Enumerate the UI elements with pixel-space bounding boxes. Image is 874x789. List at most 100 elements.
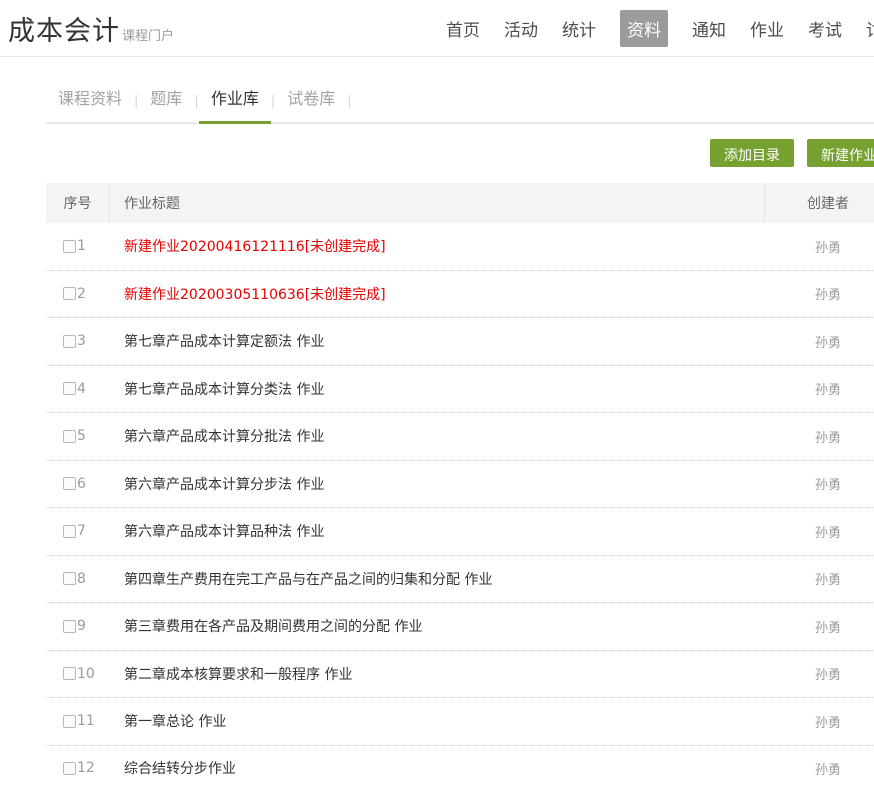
table-header: 序号 作业标题 创建者 <box>46 183 874 223</box>
row-creator: 孙勇 <box>765 522 874 541</box>
row-checkbox[interactable] <box>63 335 76 348</box>
row-checkbox[interactable] <box>63 620 76 633</box>
row-index-cell: 7 <box>46 523 110 539</box>
row-checkbox[interactable] <box>63 287 76 300</box>
row-checkbox[interactable] <box>63 240 76 253</box>
row-number: 4 <box>77 381 86 397</box>
table-row: 12 综合结转分步作业 孙勇 <box>46 746 874 789</box>
assignment-title-link[interactable]: 第四章生产费用在完工产品与在产品之间的归集和分配 作业 <box>124 572 492 588</box>
row-number: 12 <box>77 760 95 776</box>
row-number: 1 <box>77 238 86 254</box>
course-title: 成本会计 <box>8 9 120 48</box>
row-creator: 孙勇 <box>765 474 874 493</box>
row-creator: 孙勇 <box>765 759 874 778</box>
row-index-cell: 6 <box>46 476 110 492</box>
tab-paper-bank[interactable]: 试卷库 <box>275 75 347 122</box>
table-row: 1 新建作业20200416121116[未创建完成] 孙勇 <box>46 223 874 271</box>
row-title-cell: 第六章产品成本计算分步法 作业 <box>110 474 765 494</box>
row-index-cell: 2 <box>46 286 110 302</box>
assignment-title-link[interactable]: 新建作业20200305110636[未创建完成] <box>124 287 386 303</box>
material-tabs: 课程资料 | 题库 | 作业库 | 试卷库 | <box>46 75 874 124</box>
row-checkbox[interactable] <box>63 572 76 585</box>
nav-item-materials[interactable]: 资料 <box>620 10 668 47</box>
nav-item-exam[interactable]: 考试 <box>808 16 842 41</box>
assignment-title-link[interactable]: 综合结转分步作业 <box>124 761 236 777</box>
row-creator: 孙勇 <box>765 664 874 683</box>
row-title-cell: 第一章总论 作业 <box>110 711 765 731</box>
row-checkbox[interactable] <box>63 667 76 680</box>
content-area: 课程资料 | 题库 | 作业库 | 试卷库 | 添加目录 新建作业 序号 作业标… <box>46 75 874 789</box>
row-checkbox[interactable] <box>63 477 76 490</box>
tab-question-bank[interactable]: 题库 <box>138 75 194 122</box>
assignment-title-link[interactable]: 第六章产品成本计算分批法 作业 <box>124 429 324 445</box>
row-creator: 孙勇 <box>765 427 874 446</box>
add-directory-button[interactable]: 添加目录 <box>710 139 794 167</box>
row-index-cell: 10 <box>46 666 110 682</box>
assignment-title-link[interactable]: 第一章总论 作业 <box>124 714 226 730</box>
row-index-cell: 12 <box>46 760 110 776</box>
row-checkbox[interactable] <box>63 382 76 395</box>
row-index-cell: 11 <box>46 713 110 729</box>
row-creator: 孙勇 <box>765 569 874 588</box>
assignment-title-link[interactable]: 第七章产品成本计算定额法 作业 <box>124 334 324 350</box>
portal-label: 课程门户 <box>122 25 174 44</box>
row-checkbox[interactable] <box>63 715 76 728</box>
row-number: 7 <box>77 523 86 539</box>
nav-item-home[interactable]: 首页 <box>446 16 480 41</box>
row-creator: 孙勇 <box>765 237 874 256</box>
row-number: 6 <box>77 476 86 492</box>
assignment-title-link[interactable]: 第六章产品成本计算分步法 作业 <box>124 477 324 493</box>
table-row: 6 第六章产品成本计算分步法 作业 孙勇 <box>46 461 874 509</box>
assignment-table: 序号 作业标题 创建者 1 新建作业20200416121116[未创建完成] … <box>46 183 874 789</box>
row-title-cell: 第六章产品成本计算分批法 作业 <box>110 426 765 446</box>
row-index-cell: 9 <box>46 618 110 634</box>
row-title-cell: 新建作业20200305110636[未创建完成] <box>110 284 765 304</box>
nav-item-notice[interactable]: 通知 <box>692 16 726 41</box>
table-row: 2 新建作业20200305110636[未创建完成] 孙勇 <box>46 271 874 319</box>
table-row: 9 第三章费用在各产品及期间费用之间的分配 作业 孙勇 <box>46 603 874 651</box>
row-title-cell: 综合结转分步作业 <box>110 758 765 778</box>
table-row: 8 第四章生产费用在完工产品与在产品之间的归集和分配 作业 孙勇 <box>46 556 874 604</box>
tab-separator: | <box>347 94 351 122</box>
column-header-index: 序号 <box>46 183 110 223</box>
row-creator: 孙勇 <box>765 284 874 303</box>
table-row: 4 第七章产品成本计算分类法 作业 孙勇 <box>46 366 874 414</box>
assignment-title-link[interactable]: 第二章成本核算要求和一般程序 作业 <box>124 667 352 683</box>
nav-item-homework[interactable]: 作业 <box>750 16 784 41</box>
row-checkbox[interactable] <box>63 525 76 538</box>
brand: 成本会计 课程门户 <box>8 9 174 48</box>
row-title-cell: 第四章生产费用在完工产品与在产品之间的归集和分配 作业 <box>110 569 765 589</box>
toolbar: 添加目录 新建作业 <box>46 139 874 167</box>
row-number: 5 <box>77 428 86 444</box>
row-checkbox[interactable] <box>63 762 76 775</box>
nav-item-discussion[interactable]: 讨论 <box>866 16 874 41</box>
row-number: 10 <box>77 666 95 682</box>
row-number: 11 <box>77 713 95 729</box>
nav-item-statistics[interactable]: 统计 <box>562 16 596 41</box>
new-assignment-button[interactable]: 新建作业 <box>807 139 874 167</box>
row-title-cell: 第六章产品成本计算品种法 作业 <box>110 521 765 541</box>
incomplete-flag: [未创建完成] <box>305 287 386 303</box>
tab-course-materials[interactable]: 课程资料 <box>46 75 134 122</box>
row-number: 3 <box>77 333 86 349</box>
tab-homework-bank[interactable]: 作业库 <box>199 75 271 122</box>
row-title-cell: 第三章费用在各产品及期间费用之间的分配 作业 <box>110 616 765 636</box>
row-title-cell: 第二章成本核算要求和一般程序 作业 <box>110 664 765 684</box>
row-number: 9 <box>77 618 86 634</box>
row-creator: 孙勇 <box>765 332 874 351</box>
assignment-title-link[interactable]: 新建作业20200416121116[未创建完成] <box>124 239 386 255</box>
row-creator: 孙勇 <box>765 617 874 636</box>
row-index-cell: 1 <box>46 238 110 254</box>
assignment-title-link[interactable]: 第三章费用在各产品及期间费用之间的分配 作业 <box>124 619 422 635</box>
assignment-title-link[interactable]: 第七章产品成本计算分类法 作业 <box>124 382 324 398</box>
row-checkbox[interactable] <box>63 430 76 443</box>
assignment-title-link[interactable]: 第六章产品成本计算品种法 作业 <box>124 524 324 540</box>
table-row: 7 第六章产品成本计算品种法 作业 孙勇 <box>46 508 874 556</box>
row-title-cell: 第七章产品成本计算分类法 作业 <box>110 379 765 399</box>
row-number: 8 <box>77 571 86 587</box>
nav-item-activity[interactable]: 活动 <box>504 16 538 41</box>
table-row: 11 第一章总论 作业 孙勇 <box>46 698 874 746</box>
table-body: 1 新建作业20200416121116[未创建完成] 孙勇 2 新建作业202… <box>46 223 874 789</box>
row-number: 2 <box>77 286 86 302</box>
top-nav: 首页 活动 统计 资料 通知 作业 考试 讨论 <box>446 10 874 47</box>
